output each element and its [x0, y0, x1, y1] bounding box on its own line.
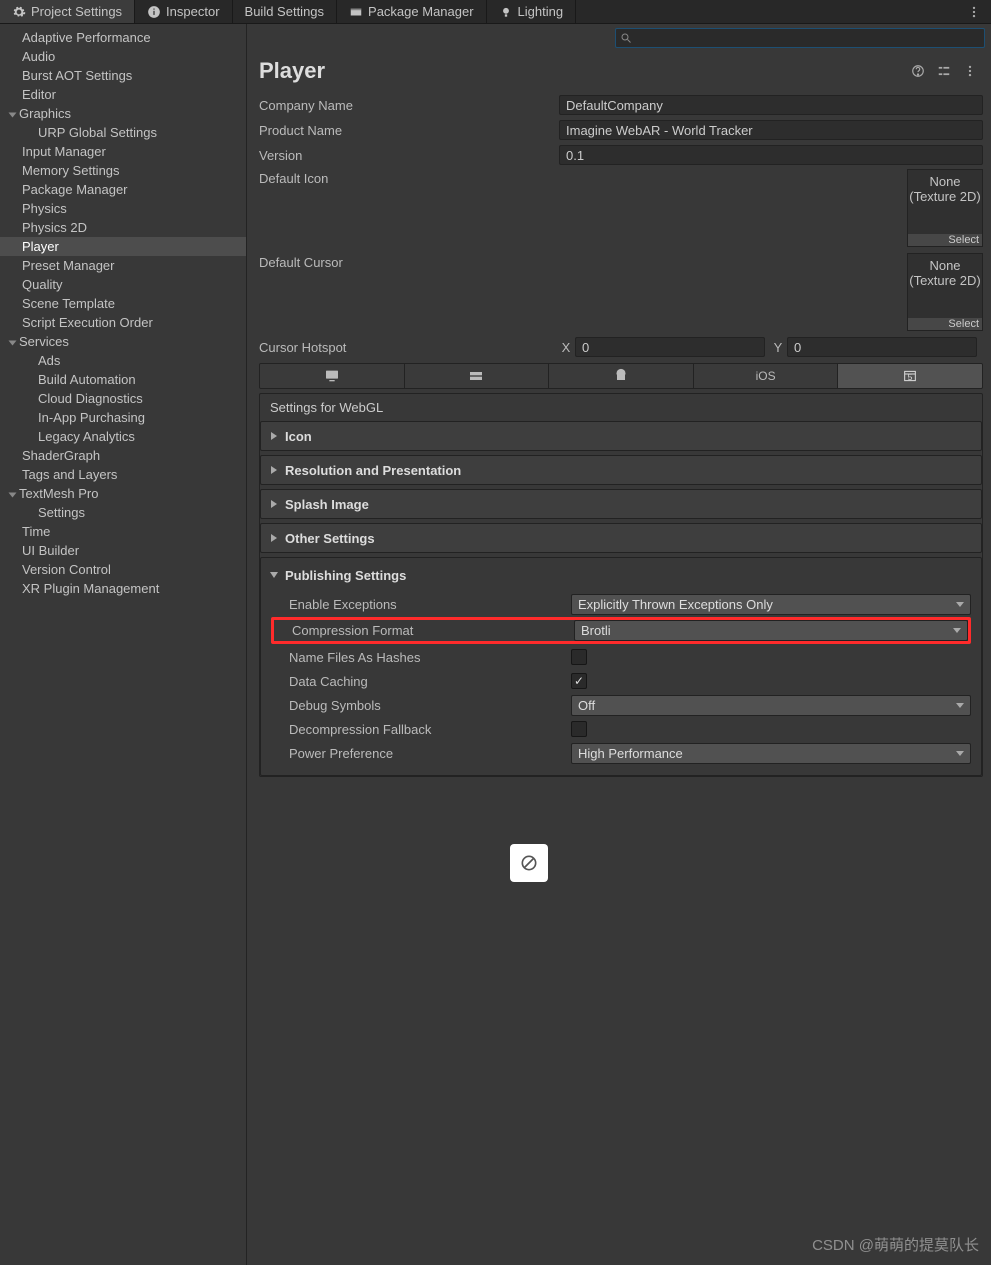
company-name-label: Company Name: [259, 98, 559, 113]
tab-build-settings[interactable]: Build Settings: [233, 0, 338, 23]
company-name-input[interactable]: [559, 95, 983, 115]
sidebar-item-player[interactable]: Player: [0, 237, 246, 256]
sidebar-item-shadergraph[interactable]: ShaderGraph: [0, 446, 246, 465]
sidebar-item-ui-builder[interactable]: UI Builder: [0, 541, 246, 560]
sidebar-item-burst-aot-settings[interactable]: Burst AOT Settings: [0, 66, 246, 85]
info-icon: [147, 5, 161, 19]
sidebar-item-version-control[interactable]: Version Control: [0, 560, 246, 579]
platform-tab-ios[interactable]: iOS: [694, 364, 839, 388]
tab-project-settings[interactable]: Project Settings: [0, 0, 135, 23]
sidebar-item-audio[interactable]: Audio: [0, 47, 246, 66]
sidebar-item-quality[interactable]: Quality: [0, 275, 246, 294]
cursor-hotspot-label: Cursor Hotspot: [259, 340, 559, 355]
tab-label: Package Manager: [368, 4, 474, 19]
default-cursor-label: Default Cursor: [259, 253, 559, 270]
menu-icon[interactable]: [961, 62, 979, 80]
tab-label: Project Settings: [31, 4, 122, 19]
watermark: CSDN @萌萌的提莫队长: [812, 1234, 979, 1255]
light-icon: [499, 5, 513, 19]
block-icon: [510, 844, 548, 882]
compression-format-dropdown[interactable]: Brotli: [574, 620, 968, 641]
tab-label: Lighting: [518, 4, 564, 19]
sidebar-item-graphics[interactable]: Graphics: [0, 104, 246, 123]
sidebar-item-package-manager[interactable]: Package Manager: [0, 180, 246, 199]
svg-text:5: 5: [908, 372, 913, 382]
sidebar-item-urp-global-settings[interactable]: URP Global Settings: [0, 123, 246, 142]
help-icon[interactable]: [909, 62, 927, 80]
decompression-fallback-checkbox[interactable]: [571, 721, 587, 737]
select-button[interactable]: Select: [908, 234, 982, 246]
compression-format-row-highlighted: Compression FormatBrotli: [271, 617, 971, 644]
version-label: Version: [259, 148, 559, 163]
product-name-input[interactable]: [559, 120, 983, 140]
sidebar-item-xr-plugin-management[interactable]: XR Plugin Management: [0, 579, 246, 598]
default-icon-label: Default Icon: [259, 169, 559, 186]
select-button[interactable]: Select: [908, 318, 982, 330]
top-tabs: Project Settings Inspector Build Setting…: [0, 0, 991, 24]
tabs-menu[interactable]: [957, 0, 991, 23]
platform-tab-webgl[interactable]: 5: [838, 364, 982, 388]
sidebar-item-adaptive-performance[interactable]: Adaptive Performance: [0, 28, 246, 47]
search-icon: [620, 32, 632, 44]
version-input[interactable]: [559, 145, 983, 165]
name-files-as-hashes-checkbox[interactable]: [571, 649, 587, 665]
sidebar-item-build-automation[interactable]: Build Automation: [0, 370, 246, 389]
section-publishing[interactable]: Publishing Settings: [271, 564, 971, 586]
sidebar-item-ads[interactable]: Ads: [0, 351, 246, 370]
default-cursor-picker[interactable]: None (Texture 2D) Select: [907, 253, 983, 331]
sidebar-item-textmesh-pro[interactable]: TextMesh Pro: [0, 484, 246, 503]
debug-symbols-dropdown[interactable]: Off: [571, 695, 971, 716]
tab-label: Inspector: [166, 4, 219, 19]
sidebar-item-physics-2d[interactable]: Physics 2D: [0, 218, 246, 237]
gear-icon: [12, 5, 26, 19]
enable-exceptions-dropdown[interactable]: Explicitly Thrown Exceptions Only: [571, 594, 971, 615]
tab-inspector[interactable]: Inspector: [135, 0, 232, 23]
sidebar-item-in-app-purchasing[interactable]: In-App Purchasing: [0, 408, 246, 427]
sidebar-item-settings[interactable]: Settings: [0, 503, 246, 522]
sidebar-item-time[interactable]: Time: [0, 522, 246, 541]
section-icon[interactable]: Icon: [260, 421, 982, 451]
cursor-hotspot-y[interactable]: [787, 337, 977, 357]
tab-lighting[interactable]: Lighting: [487, 0, 577, 23]
presets-icon[interactable]: [935, 62, 953, 80]
search-input[interactable]: [635, 31, 980, 45]
platform-tabs: iOS 5: [259, 363, 983, 389]
sidebar-item-tags-and-layers[interactable]: Tags and Layers: [0, 465, 246, 484]
default-icon-picker[interactable]: None (Texture 2D) Select: [907, 169, 983, 247]
product-name-label: Product Name: [259, 123, 559, 138]
settings-sidebar: Adaptive PerformanceAudioBurst AOT Setti…: [0, 24, 247, 1265]
sidebar-item-input-manager[interactable]: Input Manager: [0, 142, 246, 161]
power-preference-dropdown[interactable]: High Performance: [571, 743, 971, 764]
sidebar-item-script-execution-order[interactable]: Script Execution Order: [0, 313, 246, 332]
platform-tab-standalone[interactable]: [260, 364, 405, 388]
sidebar-item-scene-template[interactable]: Scene Template: [0, 294, 246, 313]
section-resolution[interactable]: Resolution and Presentation: [260, 455, 982, 485]
section-splash[interactable]: Splash Image: [260, 489, 982, 519]
platform-tab-dedicated[interactable]: [405, 364, 550, 388]
tab-label: Build Settings: [245, 4, 325, 19]
sidebar-item-editor[interactable]: Editor: [0, 85, 246, 104]
page-title: Player: [259, 58, 901, 84]
sidebar-item-preset-manager[interactable]: Preset Manager: [0, 256, 246, 275]
section-other[interactable]: Other Settings: [260, 523, 982, 553]
data-caching-checkbox[interactable]: [571, 673, 587, 689]
platform-tab-android[interactable]: [549, 364, 694, 388]
sidebar-item-cloud-diagnostics[interactable]: Cloud Diagnostics: [0, 389, 246, 408]
sidebar-item-memory-settings[interactable]: Memory Settings: [0, 161, 246, 180]
package-icon: [349, 5, 363, 19]
sidebar-item-services[interactable]: Services: [0, 332, 246, 351]
search-field[interactable]: [615, 28, 985, 48]
tab-package-manager[interactable]: Package Manager: [337, 0, 487, 23]
sidebar-item-physics[interactable]: Physics: [0, 199, 246, 218]
cursor-hotspot-x[interactable]: [575, 337, 765, 357]
settings-for-label: Settings for WebGL: [260, 394, 982, 421]
sidebar-item-legacy-analytics[interactable]: Legacy Analytics: [0, 427, 246, 446]
